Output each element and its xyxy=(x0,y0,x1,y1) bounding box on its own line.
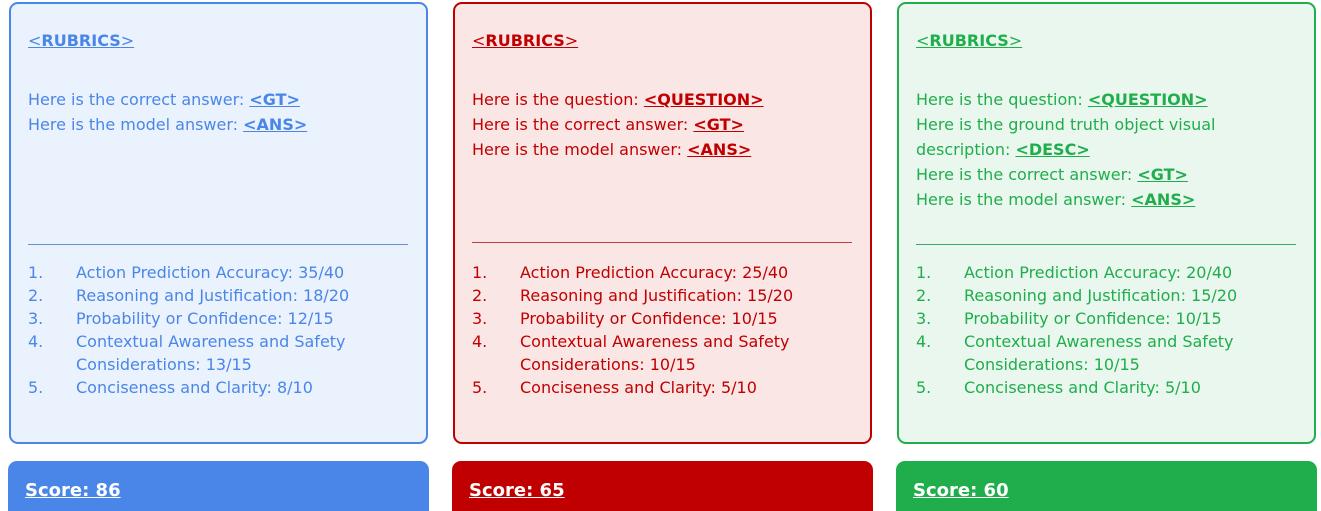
rubric-item: 1. Action Prediction Accuracy: 35/40 xyxy=(28,263,345,282)
prompt-line: Here is the model answer: <ANS> xyxy=(916,190,1196,209)
rubric-item: 5. Conciseness and Clarity: 5/10 xyxy=(916,378,1201,397)
prompt-line: Here is the correct answer: <GT> xyxy=(916,165,1188,184)
prompt-lines: Here is the question: <QUESTION> Here is… xyxy=(472,87,856,162)
rubric-item: 5. Conciseness and Clarity: 8/10 xyxy=(28,378,313,397)
rubric-item: 2. Reasoning and Justification: 15/20 xyxy=(916,286,1238,305)
prompt-line: Here is the model answer: <ANS> xyxy=(28,115,308,134)
placeholder-ans: <ANS> xyxy=(243,115,308,134)
score-label: Score: 65 xyxy=(469,480,565,501)
rubric-card-1: <RUBRICS> Here is the correct answer: <G… xyxy=(9,2,428,444)
prompt-line: Here is the correct answer: <GT> xyxy=(472,115,744,134)
rubric-item: 1. Action Prediction Accuracy: 25/40 xyxy=(472,263,789,282)
placeholder-gt: <GT> xyxy=(693,115,744,134)
prompt-lines: Here is the question: <QUESTION> Here is… xyxy=(916,87,1300,212)
rubric-item: 3. Probability or Confidence: 12/15 xyxy=(28,309,334,328)
rubrics-tag: <RUBRICS> xyxy=(472,31,579,50)
rubric-item: 1. Action Prediction Accuracy: 20/40 xyxy=(916,263,1233,282)
prompt-line: Here is the question: <QUESTION> xyxy=(472,90,764,109)
rubric-list: 1. Action Prediction Accuracy: 25/40 2. Re… xyxy=(472,261,860,399)
placeholder-ans: <ANS> xyxy=(1131,190,1196,209)
rubrics-tag: <RUBRICS> xyxy=(28,31,135,50)
placeholder-ans: <ANS> xyxy=(687,140,752,159)
rubric-list: 1. Action Prediction Accuracy: 35/40 2. Re… xyxy=(28,261,416,399)
rubric-item: 4. Contextual Awareness and Safety Consid… xyxy=(472,332,790,374)
prompt-line: Here is the question: <QUESTION> xyxy=(916,90,1208,109)
placeholder-gt: <GT> xyxy=(249,90,300,109)
rubric-card-2: <RUBRICS> Here is the question: <QUESTIO… xyxy=(453,2,872,444)
placeholder-question: <QUESTION> xyxy=(643,90,764,109)
rubrics-tag: <RUBRICS> xyxy=(916,31,1023,50)
score-bar-1: Score: 86 xyxy=(8,461,429,511)
score-bar-3: Score: 60 xyxy=(896,461,1317,511)
divider xyxy=(472,242,852,243)
score-bar-2: Score: 65 xyxy=(452,461,873,511)
prompt-line: description: <DESC> xyxy=(916,140,1090,159)
rubric-item: 5. Conciseness and Clarity: 5/10 xyxy=(472,378,757,397)
prompt-line: Here is the ground truth object visual xyxy=(916,115,1216,134)
rubric-item: 3. Probability or Confidence: 10/15 xyxy=(472,309,778,328)
prompt-lines: Here is the correct answer: <GT> Here is… xyxy=(28,87,412,137)
prompt-line: Here is the correct answer: <GT> xyxy=(28,90,300,109)
placeholder-desc: <DESC> xyxy=(1015,140,1090,159)
rubric-item: 2. Reasoning and Justification: 15/20 xyxy=(472,286,794,305)
rubric-item: 4. Contextual Awareness and Safety Consid… xyxy=(28,332,346,374)
divider xyxy=(916,244,1296,245)
rubric-item: 2. Reasoning and Justification: 18/20 xyxy=(28,286,350,305)
score-label: Score: 60 xyxy=(913,480,1009,501)
divider xyxy=(28,244,408,245)
prompt-line: Here is the model answer: <ANS> xyxy=(472,140,752,159)
rubric-item: 3. Probability or Confidence: 10/15 xyxy=(916,309,1222,328)
score-label: Score: 86 xyxy=(25,480,121,501)
placeholder-question: <QUESTION> xyxy=(1087,90,1208,109)
rubric-card-3: <RUBRICS> Here is the question: <QUESTIO… xyxy=(897,2,1316,444)
rubric-item: 4. Contextual Awareness and Safety Consid… xyxy=(916,332,1234,374)
placeholder-gt: <GT> xyxy=(1137,165,1188,184)
rubric-list: 1. Action Prediction Accuracy: 20/40 2. Re… xyxy=(916,261,1304,399)
